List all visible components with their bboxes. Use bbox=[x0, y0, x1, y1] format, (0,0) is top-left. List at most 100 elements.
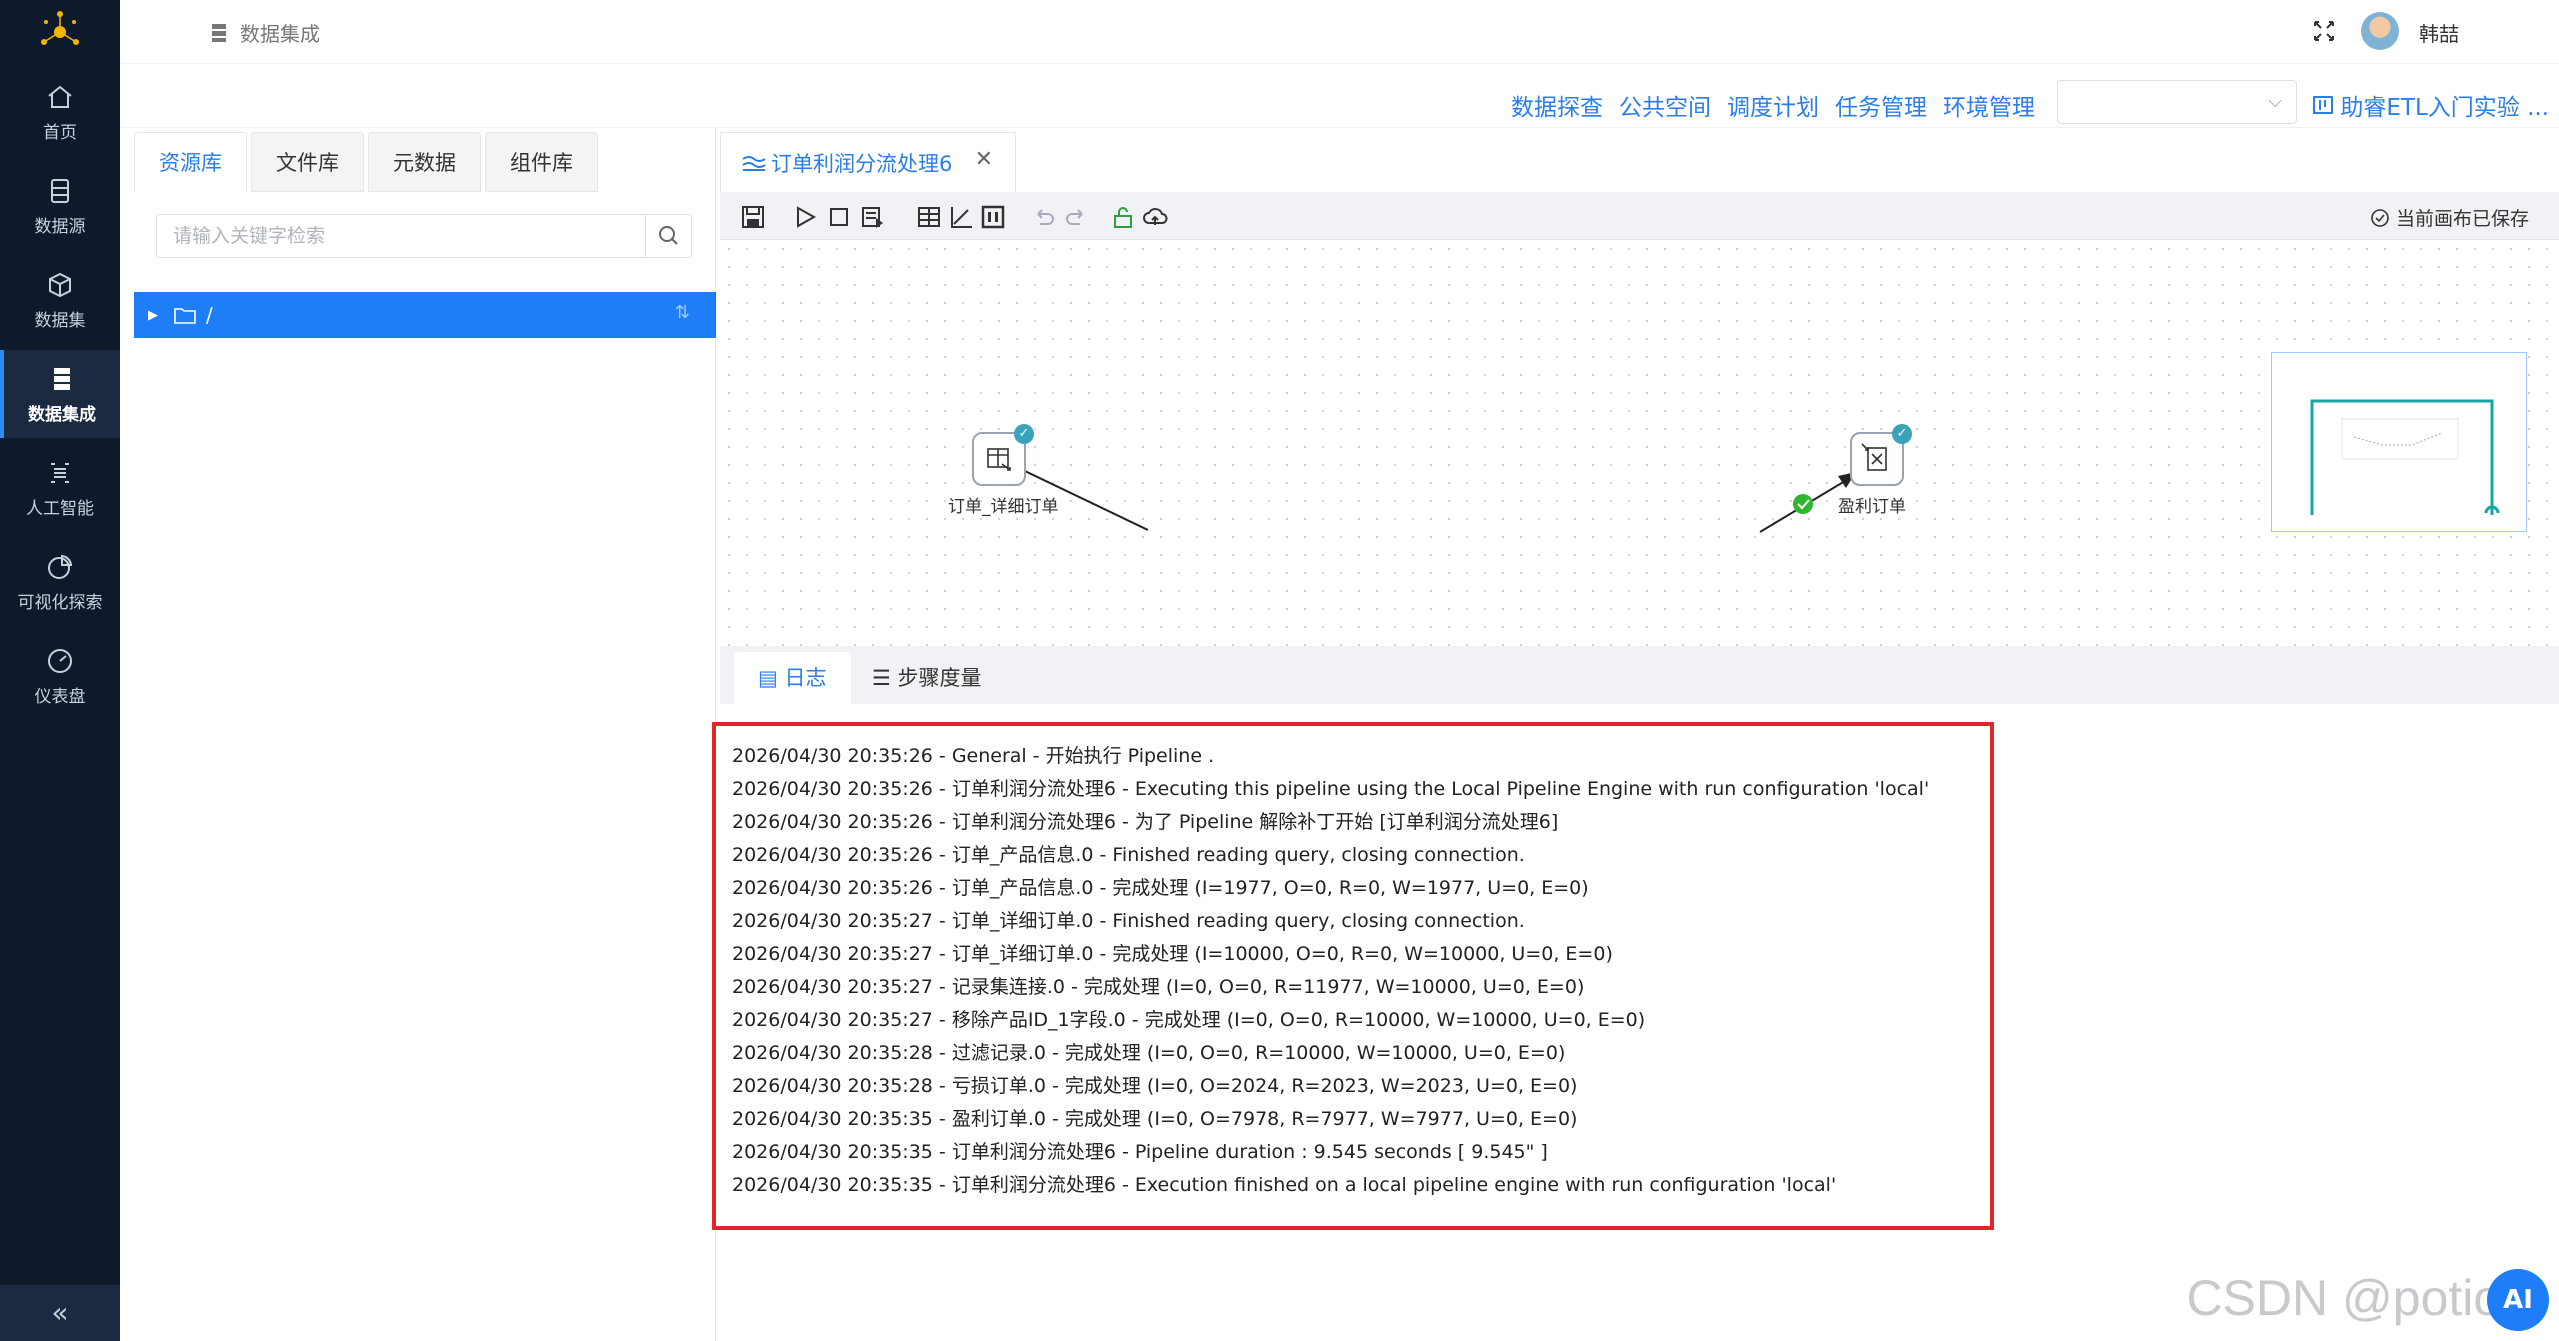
document-icon: ▤ bbox=[758, 666, 778, 690]
table-icon[interactable] bbox=[916, 204, 942, 230]
top-links: 数据探查 公共空间 调度计划 任务管理 环境管理 bbox=[1511, 88, 2035, 122]
pipeline-canvas[interactable]: ✓ 订单_详细订单 ✓ 盈利订单 bbox=[720, 240, 2559, 646]
check-circle-icon bbox=[2371, 208, 2389, 227]
sort-icon[interactable]: ⇅ bbox=[675, 302, 690, 323]
tab-repository[interactable]: 资源库 bbox=[134, 132, 247, 192]
unlock-icon[interactable] bbox=[1110, 204, 1136, 230]
save-status-label: 当前画布已保存 bbox=[2395, 208, 2529, 230]
distribute-icon[interactable] bbox=[980, 204, 1006, 230]
list-icon: ☰ bbox=[872, 666, 891, 690]
pipeline-node-label: 订单_详细订单 bbox=[948, 497, 1059, 517]
save-icon[interactable] bbox=[740, 204, 766, 230]
canvas-minimap[interactable] bbox=[2271, 352, 2527, 532]
tab-log-label: 日志 bbox=[784, 666, 827, 690]
resource-tabs: 资源库 文件库 元数据 组件库 bbox=[134, 132, 602, 192]
tab-file-library[interactable]: 文件库 bbox=[251, 132, 364, 192]
caret-right-icon[interactable]: ▶ bbox=[148, 308, 158, 323]
save-status: 当前画布已保存 bbox=[2370, 204, 2529, 231]
sidebar-item-visual-explore[interactable]: 可视化探索 bbox=[0, 538, 120, 626]
minimap-preview bbox=[2310, 399, 2500, 515]
gauge-icon bbox=[48, 649, 72, 673]
search-icon bbox=[659, 226, 678, 245]
sidebar-item-label: 首页 bbox=[43, 123, 77, 143]
folder-icon bbox=[174, 308, 196, 324]
link-env-management[interactable]: 环境管理 bbox=[1943, 88, 2035, 122]
top-header: 数据集成 韩喆 bbox=[120, 0, 2559, 64]
sidebar: 首页 数据源 数据集 数据集成 人工智能 可视化探索 仪表盘 « bbox=[0, 0, 120, 1341]
sidebar-item-label: 数据集 bbox=[34, 311, 86, 331]
check-icon: ✓ bbox=[1892, 424, 1912, 444]
log-tabs: ▤ 日志 ☰ 步骤度量 bbox=[720, 646, 2559, 704]
sidebar-collapse-button[interactable]: « bbox=[0, 1285, 120, 1341]
link-task-management[interactable]: 任务管理 bbox=[1835, 88, 1927, 122]
tab-components[interactable]: 组件库 bbox=[485, 132, 598, 192]
sidebar-item-data-integration[interactable]: 数据集成 bbox=[0, 350, 120, 438]
preview-icon[interactable] bbox=[860, 204, 886, 230]
help-link[interactable]: 助睿ETL入门实验 ... bbox=[2312, 88, 2549, 122]
link-bar: 数据探查 公共空间 调度计划 任务管理 环境管理 ⌵ 助睿ETL入门实验 ... bbox=[120, 64, 2559, 128]
log-line: 2026/04/30 20:35:27 - 订单_详细订单.0 - 完成处理 (… bbox=[732, 943, 1613, 965]
close-icon[interactable]: ✕ bbox=[975, 147, 993, 172]
pie-chart-icon bbox=[48, 554, 73, 579]
undo-icon[interactable] bbox=[1030, 204, 1056, 230]
app-logo-icon[interactable] bbox=[36, 8, 84, 56]
sidebar-item-label: 仪表盘 bbox=[34, 687, 86, 707]
book-icon bbox=[2313, 96, 2334, 114]
pipeline-node-label: 盈利订单 bbox=[1838, 497, 1906, 517]
tab-metadata[interactable]: 元数据 bbox=[368, 132, 481, 192]
search-button[interactable] bbox=[645, 215, 691, 257]
link-public-space[interactable]: 公共空间 bbox=[1619, 88, 1711, 122]
canvas-toolbar: 当前画布已保存 bbox=[720, 192, 2559, 240]
link-data-explore[interactable]: 数据探查 bbox=[1511, 88, 1603, 122]
sidebar-item-label: 数据集成 bbox=[28, 405, 96, 425]
log-line: 2026/04/30 20:35:26 - General - 开始执行 Pip… bbox=[732, 745, 1215, 767]
log-line: 2026/04/30 20:35:26 - 订单利润分流处理6 - 为了 Pip… bbox=[732, 811, 1559, 833]
sidebar-item-label: 可视化探索 bbox=[17, 593, 103, 613]
username[interactable]: 韩喆 bbox=[2419, 18, 2459, 47]
log-line: 2026/04/30 20:35:26 - 订单利润分流处理6 - Execut… bbox=[732, 778, 1930, 800]
sidebar-item-dataset[interactable]: 数据集 bbox=[0, 256, 120, 344]
tab-log[interactable]: ▤ 日志 bbox=[734, 652, 851, 704]
log-line: 2026/04/30 20:35:26 - 订单_产品信息.0 - Finish… bbox=[732, 844, 1525, 866]
align-icon[interactable] bbox=[948, 204, 974, 230]
log-line: 2026/04/30 20:35:28 - 亏损订单.0 - 完成处理 (I=0… bbox=[732, 1075, 1578, 1097]
ai-assistant-button[interactable]: AI bbox=[2487, 1269, 2549, 1331]
redo-icon[interactable] bbox=[1064, 204, 1090, 230]
fullscreen-icon[interactable] bbox=[2309, 16, 2339, 46]
tab-step-metrics[interactable]: ☰ 步骤度量 bbox=[848, 652, 1006, 704]
sidebar-item-dashboard[interactable]: 仪表盘 bbox=[0, 632, 120, 720]
log-line: 2026/04/30 20:35:35 - 订单利润分流处理6 - Pipeli… bbox=[732, 1141, 1548, 1163]
log-line: 2026/04/30 20:35:28 - 过滤记录.0 - 完成处理 (I=0… bbox=[732, 1042, 1566, 1064]
tree-root-row[interactable]: ▶ / ⇅ bbox=[134, 292, 716, 338]
server-icon bbox=[212, 23, 226, 42]
breadcrumb-label: 数据集成 bbox=[240, 22, 320, 46]
sidebar-item-datasource[interactable]: 数据源 bbox=[0, 162, 120, 250]
run-icon[interactable] bbox=[792, 204, 818, 230]
log-line: 2026/04/30 20:35:35 - 盈利订单.0 - 完成处理 (I=0… bbox=[732, 1108, 1578, 1130]
environment-select[interactable]: ⌵ bbox=[2057, 80, 2297, 124]
database-icon bbox=[51, 179, 69, 203]
watermark: CSDN @potion bbox=[2186, 1270, 2529, 1326]
sidebar-item-ai[interactable]: 人工智能 bbox=[0, 444, 120, 532]
sidebar-item-home[interactable]: 首页 bbox=[0, 68, 120, 156]
server-icon bbox=[54, 368, 70, 390]
search-input[interactable] bbox=[157, 215, 647, 257]
link-schedule[interactable]: 调度计划 bbox=[1727, 88, 1819, 122]
log-line: 2026/04/30 20:35:35 - 订单利润分流处理6 - Execut… bbox=[732, 1174, 1837, 1196]
log-output: 2026/04/30 20:35:26 - General - 开始执行 Pip… bbox=[712, 722, 1994, 1230]
stop-icon[interactable] bbox=[826, 204, 852, 230]
tree-root-label: / bbox=[206, 303, 213, 327]
cloud-upload-icon[interactable] bbox=[1142, 204, 1168, 230]
pipeline-node-profit-orders[interactable]: ✓ bbox=[1850, 424, 1912, 486]
avatar[interactable] bbox=[2361, 12, 2399, 50]
pipeline-node-detail-orders[interactable]: ✓ bbox=[972, 424, 1034, 486]
log-line: 2026/04/30 20:35:26 - 订单_产品信息.0 - 完成处理 (… bbox=[732, 877, 1589, 899]
breadcrumb: 数据集成 bbox=[210, 18, 320, 47]
pipeline-editor: 订单利润分流处理6 ✕ 当前画布已保存 ✓ 订单_详细订单 ✓ 盈利订单 ▤ 日… bbox=[712, 128, 2559, 1341]
resource-panel: 资源库 文件库 元数据 组件库 ▶ / ⇅ bbox=[120, 128, 716, 1341]
ai-icon bbox=[51, 463, 69, 483]
tab-pipeline[interactable]: 订单利润分流处理6 ✕ bbox=[720, 132, 1016, 192]
tab-step-metrics-label: 步骤度量 bbox=[897, 666, 982, 690]
cube-icon bbox=[49, 272, 71, 298]
search-box bbox=[156, 214, 692, 258]
